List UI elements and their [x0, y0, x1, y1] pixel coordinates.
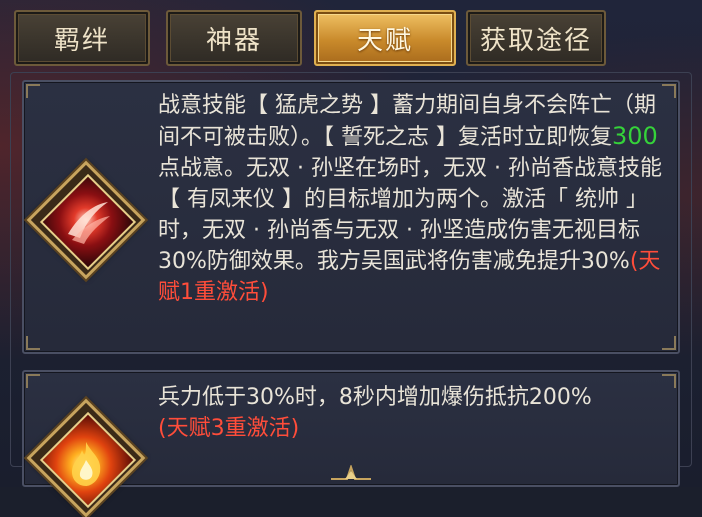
bottom-ornament-icon	[331, 465, 371, 480]
talent-description: 战意技能【 猛虎之势 】蓄力期间自身不会阵亡（期间不可被击败）。【 誓死之志 】…	[158, 90, 670, 308]
talent-card: 战意技能【 猛虎之势 】蓄力期间自身不会阵亡（期间不可被击败）。【 誓死之志 】…	[22, 80, 680, 354]
tab-bonds[interactable]: 羁绊	[14, 10, 150, 66]
talent-text-continued: 点战意。无双 · 孙坚在场时，无双 · 孙尚香战意技能【 有凤来仪 】的目标增加…	[158, 156, 662, 274]
corner-ornament	[26, 84, 40, 98]
tab-artifact[interactable]: 神器	[166, 10, 302, 66]
red-slash-skill-icon[interactable]	[26, 160, 146, 280]
talent-text: 战意技能【 猛虎之势 】蓄力期间自身不会阵亡（期间不可被击败）。【 誓死之志 】…	[158, 93, 656, 150]
fire-skill-icon[interactable]	[26, 398, 146, 517]
corner-ornament	[26, 374, 40, 388]
talent-highlight-value: 300	[612, 122, 658, 150]
corner-ornament	[662, 336, 676, 350]
talent-activation-label: (天赋3重激活)	[158, 416, 300, 441]
tab-bar: 羁绊 神器 天赋 获取途径	[14, 10, 614, 68]
talent-description: 兵力低于30%时，8秒内增加爆伤抵抗200% (天赋3重激活)	[158, 382, 670, 444]
tab-obtain-method[interactable]: 获取途径	[466, 10, 606, 66]
talent-text: 兵力低于30%时，8秒内增加爆伤抵抗200%	[158, 385, 592, 410]
tab-talent[interactable]: 天赋	[314, 10, 456, 66]
corner-ornament	[26, 336, 40, 350]
